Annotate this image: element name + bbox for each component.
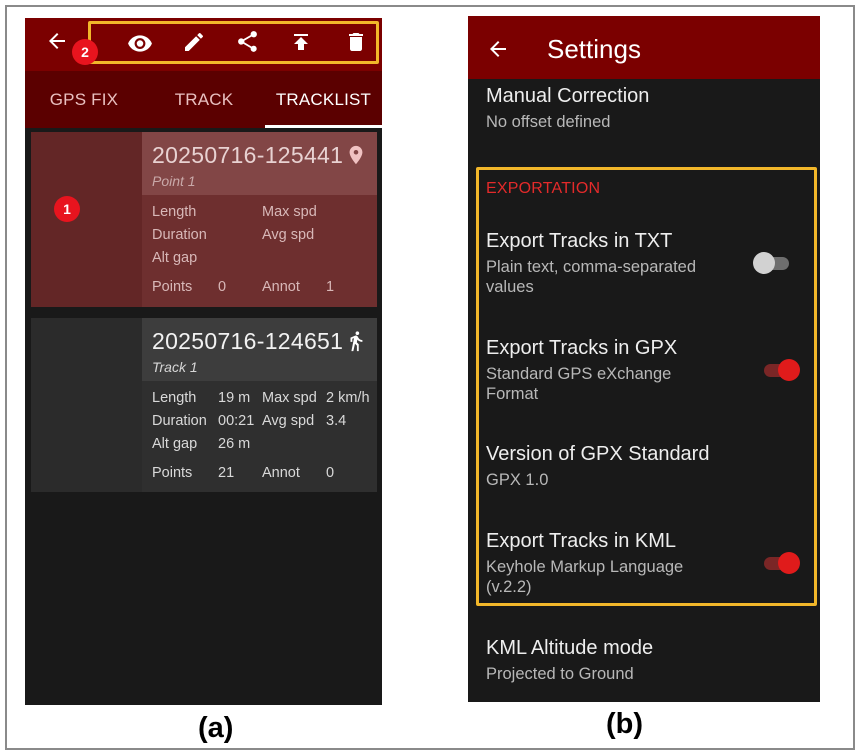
annot-value: 0 [326, 465, 335, 481]
avgspd-label: Avg spd [262, 413, 315, 429]
points-label: Points [152, 279, 193, 295]
card-header: 20250716-124651 Track 1 [142, 318, 377, 381]
duration-label: Duration [152, 413, 207, 429]
card-stats: Length 19 m Duration 00:21 Alt gap 26 m … [142, 381, 377, 492]
track-card-selected[interactable]: 20250716-125441 Point 1 Length Duration … [31, 132, 377, 307]
caption-a: (a) [198, 712, 234, 744]
pref-title: Manual Correction [486, 85, 650, 107]
walking-person-icon [350, 331, 363, 352]
action-icons-highlight [88, 21, 379, 64]
maxspd-label: Max spd [262, 204, 317, 220]
card-title: 20250716-125441 [152, 142, 344, 168]
card-subtitle: Track 1 [152, 359, 198, 375]
active-tab-indicator [265, 125, 382, 128]
card-header: 20250716-125441 Point 1 [142, 132, 377, 195]
exportation-highlight [476, 167, 817, 606]
back-arrow-icon[interactable] [486, 37, 510, 61]
card-stats: Length Duration Alt gap Max spd Avg spd … [142, 195, 377, 307]
annot-label: Annot [262, 465, 300, 481]
altgap-label: Alt gap [152, 436, 198, 452]
tab-track[interactable]: TRACK [143, 71, 265, 128]
length-value: 19 m [218, 390, 251, 406]
callout-badge-2: 2 [72, 39, 98, 65]
avgspd-value: 3.4 [326, 413, 347, 429]
avgspd-label: Avg spd [262, 227, 315, 243]
tab-tracklist[interactable]: TRACKLIST [265, 71, 382, 128]
card-thumbnail [31, 318, 142, 492]
points-value: 21 [218, 465, 235, 481]
card-thumbnail [31, 132, 142, 307]
tab-gps-fix[interactable]: GPS FIX [25, 71, 143, 128]
points-label: Points [152, 465, 193, 481]
callout-badge-1: 1 [54, 196, 80, 222]
maxspd-label: Max spd [262, 390, 317, 406]
altgap-value: 26 m [218, 436, 251, 452]
page-title: Settings [547, 34, 641, 64]
annot-value: 1 [326, 279, 335, 295]
duration-label: Duration [152, 227, 207, 243]
pref-summary: No offset defined [486, 113, 611, 131]
points-value: 0 [218, 279, 227, 295]
tracklist-screen: GPS FIX TRACK TRACKLIST 20250716-125441 … [25, 18, 382, 705]
duration-value: 00:21 [218, 413, 255, 429]
pref-summary: Projected to Ground [486, 665, 634, 683]
altgap-label: Alt gap [152, 250, 198, 266]
track-card[interactable]: 20250716-124651 Track 1 Length 19 m Dura… [31, 318, 377, 492]
card-title: 20250716-124651 [152, 328, 344, 354]
card-subtitle: Point 1 [152, 173, 196, 189]
caption-b: (b) [606, 708, 644, 740]
app-toolbar: Settings [468, 16, 820, 79]
pref-title: KML Altitude mode [486, 637, 654, 659]
back-arrow-icon[interactable] [45, 29, 69, 53]
maxspd-value: 2 km/h [326, 390, 370, 406]
map-pin-icon [349, 145, 363, 165]
tab-bar: GPS FIX TRACK TRACKLIST [25, 71, 382, 128]
length-label: Length [152, 390, 197, 406]
annot-label: Annot [262, 279, 300, 295]
length-label: Length [152, 204, 197, 220]
